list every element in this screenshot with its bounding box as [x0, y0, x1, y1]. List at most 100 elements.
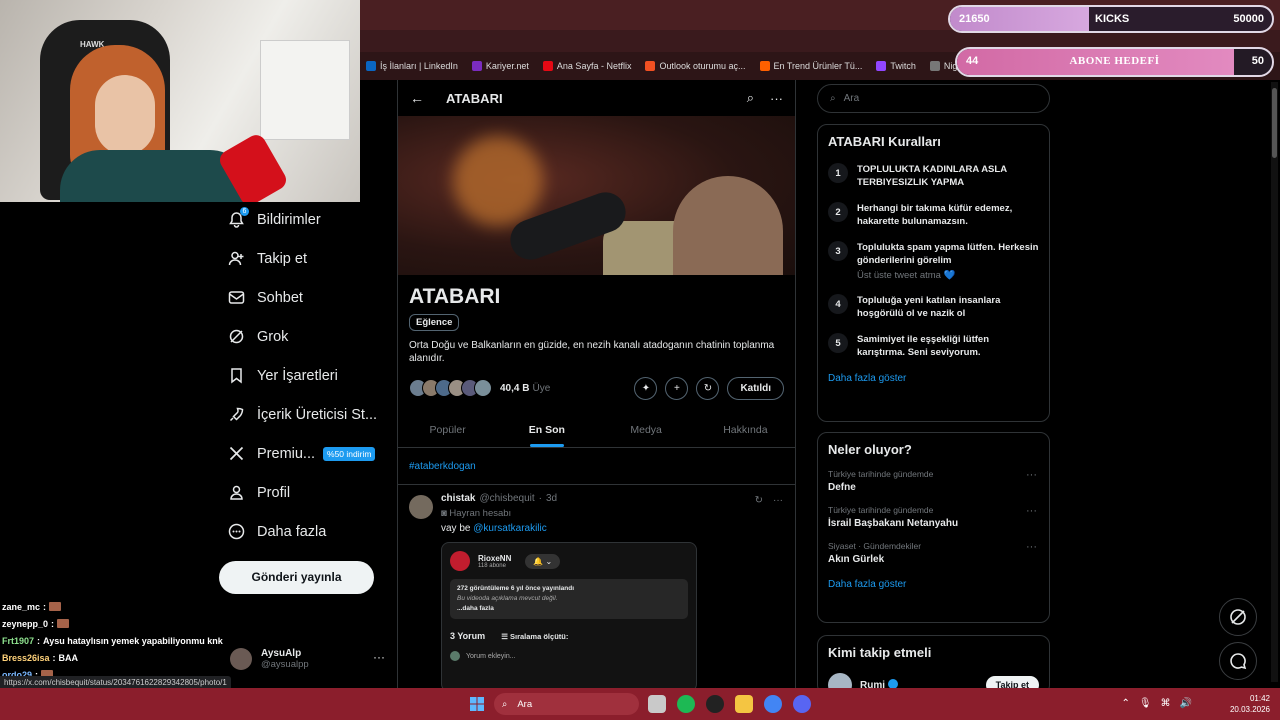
rule-item: 1 TOPLULUKTA KADINLARA ASLA TERBIYESIZLIK…: [828, 163, 1039, 189]
member-count[interactable]: 40,4 B Üye: [500, 383, 550, 394]
nav-item-label: Bildirimler: [257, 211, 321, 228]
channel-name: RioxeNN: [478, 553, 512, 563]
rules-title: ATABARI Kuralları: [828, 134, 941, 149]
category-tag[interactable]: Eğlence: [409, 314, 460, 331]
more-icon[interactable]: ···: [1026, 469, 1037, 481]
sub-goal-label: ABONE HEDEFİ: [1069, 55, 1160, 67]
bookmark-label: Outlook oturumu aç...: [659, 61, 746, 71]
volume-icon[interactable]: 🔊: [1180, 698, 1192, 709]
file-explorer-icon[interactable]: [735, 695, 753, 713]
bookmark-item[interactable]: Kariyer.net: [471, 61, 529, 71]
video-stats: 272 görüntüleme 6 yıl önce yayınlandı: [457, 585, 575, 592]
chrome-icon[interactable]: [764, 695, 782, 713]
rule-item: 3 Toplulukta spam yapma lütfen. Herkesin …: [828, 241, 1039, 281]
trend-item[interactable]: Siyaset · Gündemdekiler Akın Gürlek ···: [828, 541, 1039, 565]
bookmark-item[interactable]: En Trend Ürünler Tü...: [759, 61, 862, 71]
taskbar-search[interactable]: ⌕ Ara: [494, 693, 639, 715]
chat-username: Frt1907: [2, 635, 35, 646]
search-icon[interactable]: ⌕: [747, 90, 754, 106]
page-scrollbar[interactable]: [1271, 82, 1278, 682]
task-view-icon[interactable]: [648, 695, 666, 713]
chevron-up-icon[interactable]: ⌃: [1121, 698, 1129, 709]
x-logo-icon: [228, 445, 245, 462]
rule-text: Toplulukta spam yapma lütfen. Herkesin g…: [857, 242, 1039, 266]
bookmark-item[interactable]: İş İlanları | LinkedIn: [366, 61, 458, 71]
bookmark-item[interactable]: Outlook oturumu aç...: [645, 61, 746, 71]
hashtag-link[interactable]: #ataberkdogan: [398, 448, 795, 485]
tweet[interactable]: ↻ ··· chistak @chisbequit · 3d ◙ Hayran …: [398, 485, 795, 688]
mic-icon[interactable]: 🎙: [1139, 698, 1152, 709]
clock-time: 01:42: [1249, 694, 1270, 703]
grok-fab-button[interactable]: [1219, 598, 1257, 636]
tweet-author-handle[interactable]: @chisbequit: [479, 493, 534, 504]
bookmark-favicon-icon: [471, 61, 482, 71]
scrollbar-thumb[interactable]: [1272, 88, 1277, 158]
trends-show-more[interactable]: Daha fazla göster: [828, 579, 1039, 590]
nav-item-person[interactable]: Profil: [210, 473, 390, 512]
nav-item-bell[interactable]: 6 Bildirimler: [210, 200, 390, 239]
nav-item-envelope[interactable]: Sohbet: [210, 278, 390, 317]
trend-context: Türkiye tarihinde gündemde: [828, 469, 934, 479]
promo-badge: %50 indirim: [323, 446, 376, 461]
sparkle-icon[interactable]: ✦: [634, 376, 658, 400]
joined-button[interactable]: Katıldı: [727, 376, 784, 400]
more-icon[interactable]: ···: [373, 650, 385, 664]
nav-item-rocket[interactable]: İçerik Üreticisi St...: [210, 395, 390, 434]
discord-icon[interactable]: [793, 695, 811, 713]
video-description: 272 görüntüleme 6 yıl önce yayınlandı Bu…: [450, 579, 688, 619]
person-add-icon[interactable]: +: [665, 376, 689, 400]
more-circle-icon: [228, 523, 245, 540]
tab-1[interactable]: En Son: [497, 413, 596, 447]
member-avatars[interactable]: [409, 379, 492, 397]
spotify-icon[interactable]: [677, 695, 695, 713]
community-main: ← ATABARI ⌕ ··· ATABARI Eğlence Orta Doğ…: [397, 80, 796, 688]
nav-item-label: Grok: [257, 328, 289, 345]
nav-item-grok[interactable]: Grok: [210, 317, 390, 356]
search-placeholder: Ara: [843, 93, 860, 104]
video-no-desc: Bu videoda açıklama mevcut değil.: [457, 595, 558, 602]
rules-show-more[interactable]: Daha fazla göster: [828, 373, 1039, 384]
bookmark-item[interactable]: Ana Sayfa - Netflix: [542, 61, 631, 71]
chat-text: BAA: [58, 652, 79, 663]
more-icon[interactable]: ···: [770, 91, 783, 106]
tab-2[interactable]: Medya: [597, 413, 696, 447]
webcam-overlay: HAWK: [0, 0, 360, 202]
bookmark-item[interactable]: Twitch: [876, 61, 916, 71]
bookmark-icon: [228, 367, 245, 384]
rule-item: 5 Samimiyet ile eşşekliği lütfen karıştır…: [828, 333, 1039, 359]
grok-icon[interactable]: ↻: [755, 495, 763, 506]
rule-number: 1: [828, 163, 848, 183]
trend-name: Defne: [828, 482, 856, 493]
grok-icon[interactable]: ↻: [696, 376, 720, 400]
sort-label: ☰ Sıralama ölçütü:: [501, 631, 569, 641]
tweet-author-name[interactable]: chistak: [441, 493, 475, 504]
obs-icon[interactable]: [706, 695, 724, 713]
kicks-goal: 50000: [1233, 13, 1264, 25]
more-icon[interactable]: ···: [773, 495, 783, 506]
clock-date: 20.03.2026: [1229, 705, 1270, 714]
more-icon[interactable]: ···: [1026, 541, 1037, 553]
trend-item[interactable]: Türkiye tarihinde gündemde İsrail Başbaka…: [828, 505, 1039, 529]
tab-0[interactable]: Popüler: [398, 413, 497, 447]
person-add-icon: [228, 250, 245, 267]
nav-item-more-circle[interactable]: Daha fazla: [210, 512, 390, 551]
trend-item[interactable]: Türkiye tarihinde gündemde Defne ···: [828, 469, 1039, 493]
network-icon[interactable]: ⌘: [1161, 698, 1171, 709]
tweet-media-image[interactable]: RioxeNN 118 abone 🔔 ⌄ 272 görüntüleme 6 …: [441, 542, 697, 688]
taskbar-clock[interactable]: 01:42 20.03.2026: [1230, 693, 1270, 715]
messages-fab-button[interactable]: [1219, 642, 1257, 680]
mention-link[interactable]: @kursatkarakilic: [473, 523, 547, 534]
windows-start-icon[interactable]: [470, 697, 484, 711]
tab-3[interactable]: Hakkında: [696, 413, 795, 447]
back-arrow-icon[interactable]: ←: [410, 90, 424, 106]
nav-item-person-add[interactable]: Takip et: [210, 239, 390, 278]
search-input[interactable]: ⌕ Ara: [817, 84, 1050, 113]
nav-item-x-logo[interactable]: Premiu... %50 indirim: [210, 434, 390, 473]
nav-item-bookmark[interactable]: Yer İşaretleri: [210, 356, 390, 395]
avatar[interactable]: [409, 495, 433, 519]
tweet-time[interactable]: 3d: [546, 493, 557, 504]
post-button[interactable]: Gönderi yayınla: [219, 561, 374, 594]
trends-title: Neler oluyor?: [828, 442, 912, 457]
tweet-separator: ·: [538, 493, 542, 504]
more-icon[interactable]: ···: [1026, 505, 1037, 517]
